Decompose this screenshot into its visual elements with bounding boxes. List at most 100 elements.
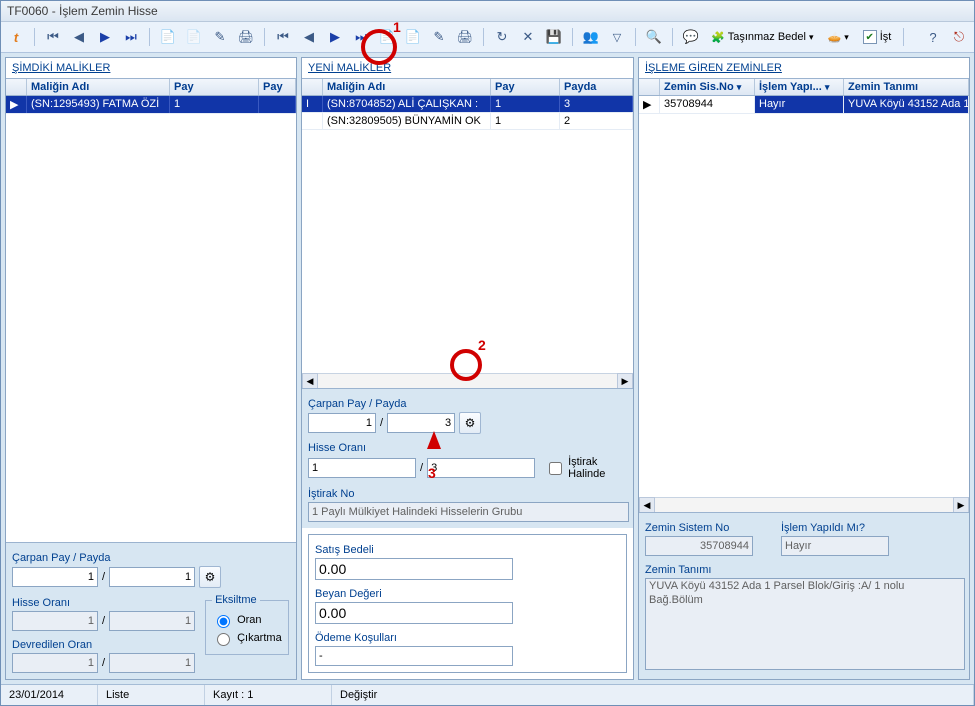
radio-cikartma[interactable]: Çıkartma — [212, 630, 282, 646]
istirak-checkbox[interactable]: İştirak Halinde — [545, 456, 627, 480]
delete-icon[interactable]: ✕ — [517, 26, 539, 48]
edit2-icon[interactable]: ✎ — [428, 26, 450, 48]
carpan-pay-input[interactable] — [308, 413, 376, 433]
odeme-input[interactable] — [315, 646, 513, 666]
edit-icon[interactable]: ✎ — [209, 26, 231, 48]
title-bar: TF0060 - İşlem Zemin Hisse — [1, 1, 974, 22]
cell-payda: 3 — [560, 96, 633, 112]
left-grid[interactable]: Maliğin Adı Pay Pay ▶ (SN:1295493) FATMA… — [6, 78, 296, 114]
middle-form-top: Çarpan Pay / Payda / ⚙ Hisse Oranı / İşt… — [302, 388, 633, 528]
table-row[interactable]: ▶ 35708944 Hayır YUVA Köyü 43152 Ada 1 — [639, 96, 969, 114]
col-payda[interactable]: Payda — [560, 79, 633, 95]
right-panel: İŞLEME GİREN ZEMİNLER Zemin Sis.No ▾ İşl… — [638, 57, 970, 680]
col-tanim[interactable]: Zemin Tanımı — [844, 79, 969, 95]
left-panel-title: ŞİMDİKİ MALİKLER — [6, 58, 296, 78]
next-icon[interactable]: ▶ — [94, 26, 116, 48]
middle-form-bottom: Satış Bedeli Beyan Değeri Ödeme Koşullar… — [308, 534, 627, 673]
cell-payda — [259, 96, 296, 113]
satis-input[interactable] — [315, 558, 513, 580]
apply-ratio-button[interactable]: ⚙ — [199, 566, 221, 588]
next2-icon[interactable]: ▶ — [324, 26, 346, 48]
status-kayit: Kayıt : 1 — [205, 685, 332, 705]
new2-icon[interactable]: 📄 — [402, 26, 424, 48]
query-icon[interactable]: 🔍 — [643, 26, 665, 48]
cell-malik: (SN:1295493) FATMA ÖZİ — [27, 96, 170, 113]
carpan-label: Çarpan Pay / Payda — [12, 552, 290, 564]
users-icon[interactable]: 👥 — [580, 26, 602, 48]
cell-sis: 35708944 — [660, 96, 755, 113]
print-icon[interactable]: 🖨 — [235, 26, 257, 48]
tasinmaz-bedel-button[interactable]: 🧩 Taşınmaz Bedel ▾ — [706, 26, 819, 48]
right-hscroll[interactable]: ◀ ▶ — [639, 497, 969, 512]
pie-dropdown-button[interactable]: 🥧 ▾ — [823, 26, 854, 48]
first-icon[interactable]: ⏮ — [42, 26, 64, 48]
scroll-right-icon[interactable]: ▶ — [953, 497, 969, 513]
hisse-payda-input[interactable] — [427, 458, 535, 478]
table-row[interactable]: (SN:32809505) BÜNYAMİN OK 1 2 — [302, 113, 633, 130]
filter-icon[interactable]: ▽ — [606, 26, 628, 48]
exit-icon[interactable]: ⎋ — [948, 26, 970, 48]
table-row[interactable]: ▶ (SN:1295493) FATMA ÖZİ 1 — [6, 96, 296, 114]
col-malik[interactable]: Maliğin Adı — [323, 79, 491, 95]
dev-pay-input — [12, 653, 98, 673]
table-row[interactable]: I (SN:8704852) ALİ ÇALIŞKAN : 1 3 — [302, 96, 633, 113]
left-form: Çarpan Pay / Payda / ⚙ Hisse Oranı / — [6, 542, 296, 679]
eksiltme-legend: Eksiltme — [212, 594, 260, 606]
beyan-label: Beyan Değeri — [315, 588, 620, 600]
middle-panel: YENİ MALİKLER Maliğin Adı Pay Payda I (S… — [301, 57, 634, 680]
copy-record-icon[interactable]: 📄 — [157, 26, 179, 48]
scroll-right-icon[interactable]: ▶ — [617, 373, 633, 389]
col-sis[interactable]: Zemin Sis.No ▾ — [660, 79, 755, 95]
carpan-payda-input[interactable] — [109, 567, 195, 587]
satis-label: Satış Bedeli — [315, 544, 620, 556]
status-mode: Değiştir — [332, 685, 974, 705]
copy2-icon[interactable]: 📄 — [376, 26, 398, 48]
middle-grid[interactable]: Maliğin Adı Pay Payda I (SN:8704852) ALİ… — [302, 78, 633, 130]
tanim-label: Zemin Tanımı — [645, 564, 963, 576]
col-pay[interactable]: Pay — [491, 79, 560, 95]
chat-icon[interactable]: 💬 — [680, 26, 702, 48]
col-pay[interactable]: Pay — [170, 79, 259, 95]
cell-payda: 2 — [560, 113, 633, 129]
last2-icon[interactable]: ⏭ — [350, 26, 372, 48]
carpan-label: Çarpan Pay / Payda — [308, 398, 627, 410]
prev-icon[interactable]: ◀ — [68, 26, 90, 48]
left-panel: ŞİMDİKİ MALİKLER Maliğin Adı Pay Pay ▶ (… — [5, 57, 297, 680]
islem-input — [781, 536, 889, 556]
checkbox-icon: ✔ — [863, 30, 877, 44]
status-date: 23/01/2014 — [1, 685, 98, 705]
right-grid[interactable]: Zemin Sis.No ▾ İşlem Yapı... ▾ Zemin Tan… — [639, 78, 969, 114]
cell-tanim: YUVA Köyü 43152 Ada 1 — [844, 96, 969, 113]
pie-icon: 🥧 — [828, 31, 842, 44]
radio-oran[interactable]: Oran — [212, 612, 282, 628]
apply-ratio-button[interactable]: ⚙ — [459, 412, 481, 434]
help-icon[interactable]: ? — [922, 26, 944, 48]
cell-pay: 1 — [491, 113, 560, 129]
scroll-left-icon[interactable]: ◀ — [639, 497, 655, 513]
middle-hscroll[interactable]: ◀ ▶ — [302, 373, 633, 388]
last-icon[interactable]: ⏭ — [120, 26, 142, 48]
col-payda[interactable]: Pay — [259, 79, 296, 95]
tanim-textarea — [645, 578, 965, 670]
hisse-pay-input[interactable] — [308, 458, 416, 478]
cell-malik: (SN:32809505) BÜNYAMİN OK — [323, 113, 491, 129]
right-panel-title: İŞLEME GİREN ZEMİNLER — [639, 58, 969, 78]
col-malik[interactable]: Maliğin Adı — [27, 79, 170, 95]
col-islem[interactable]: İşlem Yapı... ▾ — [755, 79, 844, 95]
carpan-payda-input[interactable] — [387, 413, 455, 433]
middle-panel-title: YENİ MALİKLER — [302, 58, 633, 78]
cell-malik: (SN:8704852) ALİ ÇALIŞKAN : — [323, 96, 491, 112]
new-record-icon[interactable]: 📄 — [183, 26, 205, 48]
first2-icon[interactable]: ⏮ — [272, 26, 294, 48]
carpan-pay-input[interactable] — [12, 567, 98, 587]
cell-pay: 1 — [170, 96, 259, 113]
ist-checkbox-button[interactable]: ✔ İşt — [858, 26, 897, 48]
status-bar: 23/01/2014 Liste Kayıt : 1 Değiştir — [1, 684, 974, 705]
prev2-icon[interactable]: ◀ — [298, 26, 320, 48]
print2-icon[interactable]: 🖨 — [454, 26, 476, 48]
save-icon[interactable]: 💾 — [543, 26, 565, 48]
beyan-input[interactable] — [315, 602, 513, 624]
scroll-left-icon[interactable]: ◀ — [302, 373, 318, 389]
status-liste: Liste — [98, 685, 205, 705]
refresh-icon[interactable]: ↻ — [491, 26, 513, 48]
